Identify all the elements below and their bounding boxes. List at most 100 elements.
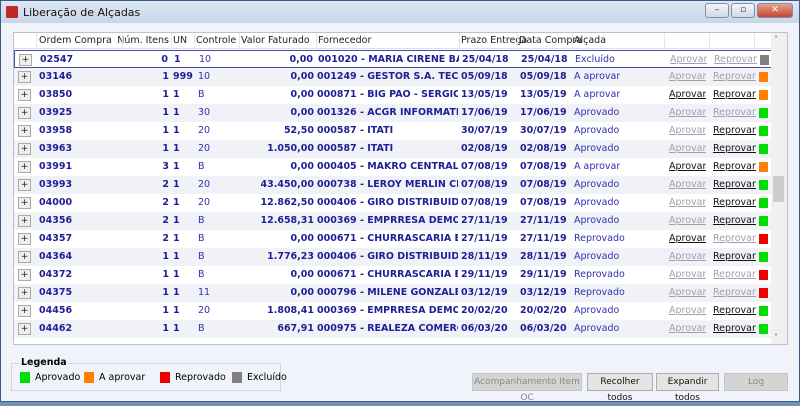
- expand-row-button[interactable]: +: [18, 233, 31, 245]
- table-row[interactable]: + 04375 1 1 11 0,00 000796 - MILENE GONZ…: [14, 284, 772, 302]
- expand-row-button[interactable]: +: [18, 197, 31, 209]
- approve-link[interactable]: Aprovar: [669, 269, 706, 280]
- item-count: 2: [162, 179, 169, 190]
- table-row[interactable]: + 04356 2 1 B 12.658,31 000369 - EMPRRES…: [14, 212, 772, 230]
- column-header[interactable]: Controle: [196, 35, 236, 46]
- scrollbar-thumb[interactable]: [773, 176, 784, 202]
- status-color-indicator: [759, 270, 768, 280]
- scroll-up-icon[interactable]: ˄: [774, 35, 778, 44]
- column-header[interactable]: Fornecedor: [318, 35, 371, 46]
- expand-row-button[interactable]: +: [18, 215, 31, 227]
- reject-link[interactable]: Reprovar: [713, 269, 756, 280]
- reject-link[interactable]: Reprovar: [713, 161, 756, 172]
- vertical-scrollbar[interactable]: ˄ ˅: [771, 33, 787, 344]
- table-row[interactable]: + 04357 2 1 B 0,00 000671 - CHURRASCARIA…: [14, 230, 772, 248]
- column-header[interactable]: Valor Faturado: [241, 35, 310, 46]
- reject-link[interactable]: Reprovar: [713, 179, 756, 190]
- approve-link[interactable]: Aprovar: [669, 143, 706, 154]
- reject-link[interactable]: Reprovar: [713, 197, 756, 208]
- approve-link[interactable]: Aprovar: [669, 197, 706, 208]
- order-number: 04372: [39, 269, 73, 280]
- delivery-date: 29/11/19: [461, 269, 508, 280]
- reject-link[interactable]: Reprovar: [713, 89, 756, 100]
- approve-link[interactable]: Aprovar: [669, 251, 706, 262]
- status-color-indicator: [759, 72, 768, 82]
- log-button[interactable]: Log: [724, 373, 788, 391]
- approve-link[interactable]: Aprovar: [669, 233, 706, 244]
- purchase-date: 27/11/19: [520, 215, 567, 226]
- reject-link[interactable]: Reprovar: [713, 71, 756, 82]
- control: B: [198, 89, 205, 100]
- expand-row-button[interactable]: +: [19, 54, 32, 66]
- reject-link[interactable]: Reprovar: [713, 143, 756, 154]
- maximize-button[interactable]: ▫: [731, 3, 755, 18]
- approve-link[interactable]: Aprovar: [670, 54, 707, 65]
- column-header[interactable]: Ordem Compra: [39, 35, 112, 46]
- expand-row-button[interactable]: +: [18, 305, 31, 317]
- table-row[interactable]: + 03850 1 1 B 0,00 000871 - BIG PAO - SE…: [14, 86, 772, 104]
- expandir-todos-button[interactable]: Expandir todos: [656, 373, 719, 403]
- expand-row-button[interactable]: +: [18, 161, 31, 173]
- table-row[interactable]: + 03963 1 1 20 1.050,00 000587 - ITATI 0…: [14, 140, 772, 158]
- expand-row-button[interactable]: +: [18, 143, 31, 155]
- approve-link[interactable]: Aprovar: [669, 323, 706, 334]
- reject-link[interactable]: Reprovar: [713, 305, 756, 316]
- approve-link[interactable]: Aprovar: [669, 125, 706, 136]
- table-row[interactable]: + 03991 3 1 B 0,00 000405 - MAKRO CENTRA…: [14, 158, 772, 176]
- approval-status: Excluído: [575, 54, 615, 65]
- expand-row-button[interactable]: +: [18, 323, 31, 335]
- expand-row-button[interactable]: +: [18, 89, 31, 101]
- acompanhamento-item-oc-button[interactable]: Acompanhamento Item OC: [472, 373, 582, 403]
- reject-link[interactable]: Reprovar: [713, 251, 756, 262]
- expand-row-button[interactable]: +: [18, 71, 31, 83]
- table-row[interactable]: + 03146 1 999 10 0,00 001249 - GESTOR S.…: [14, 68, 772, 86]
- column-header[interactable]: UN: [173, 35, 187, 46]
- expand-row-button[interactable]: +: [18, 107, 31, 119]
- legend-swatch: [20, 372, 30, 383]
- table-row[interactable]: + 04000 2 1 20 12.862,50 000406 - GIRO D…: [14, 194, 772, 212]
- table-row[interactable]: + 04462 1 1 B 667,91 000975 - REALEZA CO…: [14, 320, 772, 338]
- recolher-todos-button[interactable]: Recolher todos: [587, 373, 653, 403]
- expand-row-button[interactable]: +: [18, 287, 31, 299]
- status-color-indicator: [759, 252, 768, 262]
- column-header[interactable]: Alçada: [574, 35, 606, 46]
- reject-link[interactable]: Reprovar: [713, 323, 756, 334]
- approve-link[interactable]: Aprovar: [669, 161, 706, 172]
- expand-row-button[interactable]: +: [18, 251, 31, 263]
- reject-link[interactable]: Reprovar: [713, 287, 756, 298]
- delivery-date: 25/04/18: [462, 54, 509, 65]
- expand-row-button[interactable]: +: [18, 269, 31, 281]
- reject-link[interactable]: Reprovar: [713, 215, 756, 226]
- approve-link[interactable]: Aprovar: [669, 215, 706, 226]
- expand-row-button[interactable]: +: [18, 125, 31, 137]
- approval-status: Reprovado: [574, 287, 625, 298]
- order-number: 03993: [39, 179, 73, 190]
- reject-link[interactable]: Reprovar: [713, 125, 756, 136]
- approve-link[interactable]: Aprovar: [669, 107, 706, 118]
- expand-row-button[interactable]: +: [18, 179, 31, 191]
- approve-link[interactable]: Aprovar: [669, 89, 706, 100]
- approve-link[interactable]: Aprovar: [669, 287, 706, 298]
- order-number: 03146: [39, 71, 73, 82]
- invoiced-value: 667,91: [277, 323, 314, 334]
- control: B: [198, 323, 205, 334]
- column-header[interactable]: Núm. Itens: [117, 35, 169, 46]
- reject-link[interactable]: Reprovar: [714, 54, 757, 65]
- item-count: 2: [162, 215, 169, 226]
- table-row[interactable]: + 04372 1 1 B 0,00 000671 - CHURRASCARIA…: [14, 266, 772, 284]
- approve-link[interactable]: Aprovar: [669, 305, 706, 316]
- reject-link[interactable]: Reprovar: [713, 107, 756, 118]
- approve-link[interactable]: Aprovar: [669, 71, 706, 82]
- table-row[interactable]: + 03993 2 1 20 43.450,00 000738 - LEROY …: [14, 176, 772, 194]
- table-row[interactable]: + 04456 1 1 20 1.808,41 000369 - EMPRRES…: [14, 302, 772, 320]
- table-row[interactable]: + 04364 1 1 B 1.776,23 000406 - GIRO DIS…: [14, 248, 772, 266]
- delivery-date: 07/08/19: [461, 197, 508, 208]
- minimize-button[interactable]: –: [705, 3, 729, 18]
- scroll-down-icon[interactable]: ˅: [774, 333, 778, 342]
- table-row[interactable]: + 03958 1 1 20 52,50 000587 - ITATI 30/0…: [14, 122, 772, 140]
- close-button[interactable]: ✕: [757, 3, 793, 18]
- approve-link[interactable]: Aprovar: [669, 179, 706, 190]
- table-row[interactable]: + 03925 1 1 30 0,00 001326 - ACGR INFORM…: [14, 104, 772, 122]
- table-row[interactable]: + 02547 0 1 10 0,00 001020 - MARIA CIREN…: [14, 50, 772, 68]
- reject-link[interactable]: Reprovar: [713, 233, 756, 244]
